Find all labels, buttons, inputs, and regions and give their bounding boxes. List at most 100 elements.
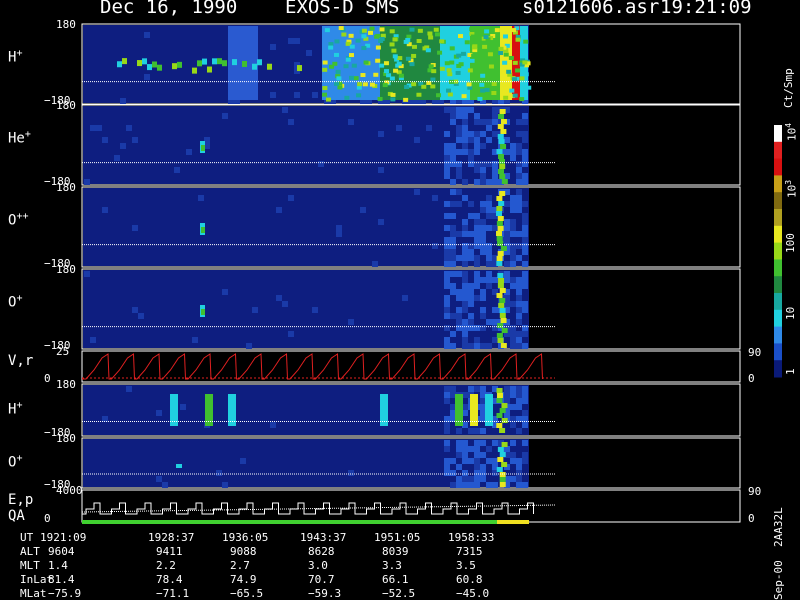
spec-cell [512,60,518,65]
spec-cell [516,243,522,249]
spec-cell [433,27,439,32]
spec-cell [462,249,468,255]
table-cell: 1958:33 [448,531,495,544]
spec-cell [439,66,445,71]
spec-cell [144,32,150,38]
spec-cell [414,137,420,143]
spec-cell [405,37,411,42]
spec-cell [402,295,408,301]
spec-cell [468,319,474,325]
spec-cell [468,231,474,237]
spec-cell [486,458,492,464]
spec-cell [383,61,389,66]
spec-cell [488,64,494,69]
spec-cell [462,476,468,482]
spec-cell [516,337,522,343]
spec-cell [276,207,282,213]
spec-cell [456,113,462,119]
spec-cell [516,464,522,470]
spec-cell [294,38,300,44]
spec-streak [497,241,504,246]
qa-bar-warn [497,520,529,524]
spec-cell [468,313,474,319]
spec-cell [516,307,522,313]
spec-cell [462,458,468,464]
spec-cell [444,161,450,167]
spec-cell [516,119,522,125]
spec-streak [499,298,506,303]
table-cell: 3.3 [382,559,402,572]
species-label: He+ [8,129,31,147]
spec-cell [450,201,456,207]
spec-cell [474,255,480,261]
table-cell: 1943:37 [300,531,347,544]
spec-cell [425,48,431,53]
spec-cell [480,207,486,213]
spec-cell [474,149,480,155]
spec-cell [462,289,468,295]
spec-streak [496,393,503,398]
spec-cell [348,33,354,38]
spec-cell [515,68,521,73]
spec-cell [516,313,522,319]
spec-cell [510,440,516,446]
colorbar-segment [774,276,782,294]
spec-cell [516,161,522,167]
spec-cell [411,82,417,87]
spec-cell [156,476,162,482]
spec-cell [474,131,480,137]
right-tick-top: 90 [748,485,762,498]
spec-cell [516,167,522,173]
spec-cell [349,75,355,80]
spec-cell [337,85,343,90]
spec-cell [516,404,522,410]
spec-cell [416,92,422,97]
spec-cell [492,325,498,331]
spec-cell [270,422,276,428]
species-label: V,r [8,353,34,369]
spec-cell [510,261,516,267]
spec-cell [510,207,516,213]
spec-cell [396,61,402,66]
table-cell: 2.2 [156,559,176,572]
spec-cell [510,149,516,155]
spec-cell [468,137,474,143]
spec-cell [444,243,450,249]
spec-cell [462,131,468,137]
spec-spot [176,464,182,468]
spec-cell [450,331,456,337]
spec-cell [450,458,456,464]
spec-cell [480,440,486,446]
colorbar-tick: 10 [784,306,797,320]
spec-cell [172,63,177,70]
spec-cell [512,77,518,82]
header-time: 19:21:09 [660,0,752,18]
spec-cell [492,440,498,446]
spec-cell [252,307,258,313]
spec-cell [456,325,462,331]
spec-streak [498,278,505,283]
spec-cell [504,149,510,155]
spec-streak [496,261,503,266]
spec-cell [444,398,450,404]
spec-cell [468,283,474,289]
colorbar-tick: 103 [784,179,799,198]
spec-cell [392,37,398,42]
spec-cell [456,131,462,137]
spec-cell [333,52,339,57]
spec-streak [496,149,503,154]
spec-cell [450,225,456,231]
spec-streak [497,169,504,174]
spec-cell [436,93,442,98]
spec-cell [375,58,381,63]
spec-streak [499,408,506,413]
spec-streak [501,418,508,423]
spec-streak [499,428,506,433]
spec-cell [480,343,486,349]
spec-cell [324,28,330,33]
spec-cell [526,85,532,90]
spec-cell [157,64,162,71]
spec-cell [468,476,474,482]
spec-cell [474,325,480,331]
spec-cell [450,343,456,349]
